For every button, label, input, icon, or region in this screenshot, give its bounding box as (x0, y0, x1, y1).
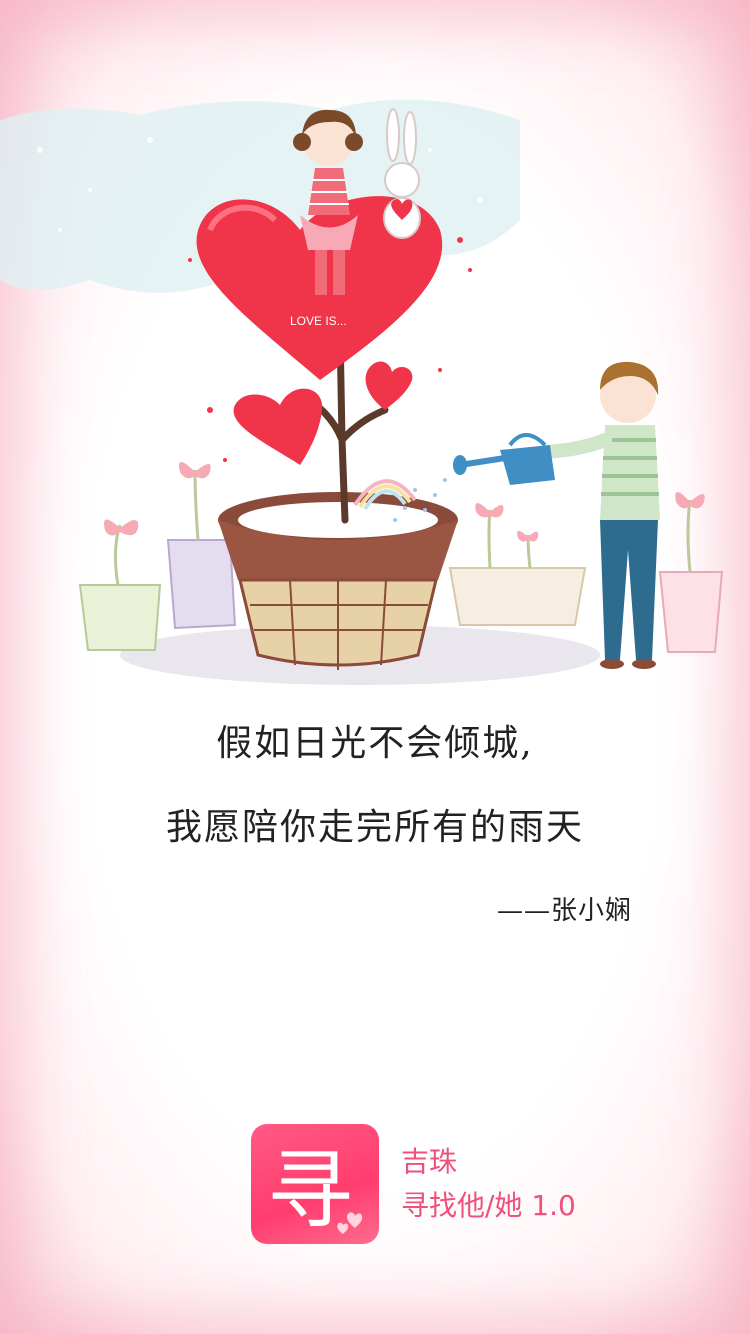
love-illustration: LOVE IS... (0, 99, 724, 685)
love-is-sign: LOVE IS... (290, 314, 347, 328)
watering-can (453, 433, 555, 485)
small-pot-far-right (658, 492, 724, 653)
brand-text: 吉珠 寻找他/她 1.0 (401, 1140, 576, 1228)
poem-line-1: 假如日光不会倾城, (216, 723, 534, 764)
small-pot-right (448, 503, 587, 626)
brand-block: 寻 吉珠 寻找他/她 1.0 (251, 1124, 576, 1244)
small-heart-left (233, 388, 323, 465)
big-flower-pot (218, 492, 458, 670)
app-subtitle: 寻找他/她 1.0 (401, 1189, 576, 1222)
poem-block: 假如日光不会倾城, 我愿陪你走完所有的雨天 (0, 722, 750, 850)
app-logo-icon: 寻 (251, 1124, 379, 1244)
small-heart-right (365, 361, 413, 410)
small-pot-left (78, 519, 162, 651)
small-pot-mid-left (166, 462, 237, 630)
poem-line-2: 我愿陪你走完所有的雨天 (165, 807, 584, 848)
app-name: 吉珠 (401, 1145, 458, 1178)
poem-author: ——张小娴 (496, 896, 632, 926)
